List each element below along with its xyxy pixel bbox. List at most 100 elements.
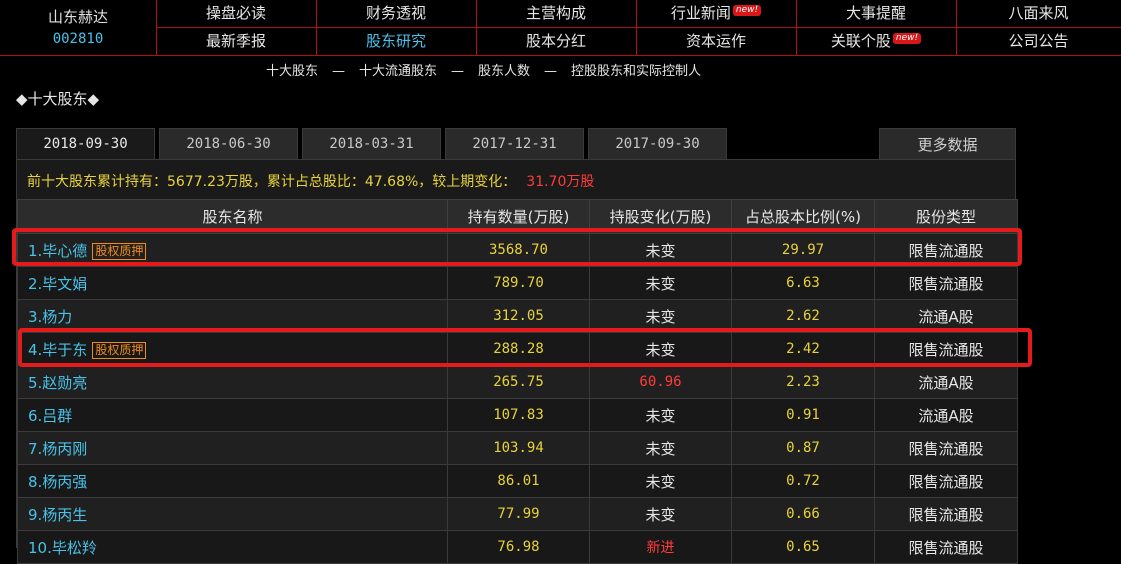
- subnav-separator: —: [332, 64, 346, 79]
- table-row: 10.毕松羚 76.98 新进 0.65 限售流通股: [17, 530, 1018, 564]
- nav-item-label: 大事提醒: [845, 4, 906, 22]
- subnav-link-4[interactable]: 控股股东和实际控制人: [571, 60, 701, 79]
- subnav-separator: —: [451, 64, 465, 79]
- period-tabs: 更多数据 2018-09-30 2018-06-30 2018-03-31 2017-…: [16, 128, 1016, 161]
- shareholder-name-link[interactable]: 1.毕心德: [28, 242, 87, 260]
- table-row: 8.杨丙强 86.01 未变 0.72 限售流通股: [17, 464, 1018, 498]
- tab-period-1[interactable]: 2018-09-30: [16, 128, 155, 161]
- shareholder-name-cell: 2.毕文娟: [17, 266, 448, 300]
- nav-item-2-1[interactable]: 最新季报: [156, 28, 317, 55]
- tab-period-5[interactable]: 2017-09-30: [588, 128, 727, 159]
- stock-name[interactable]: 山东赫达: [0, 6, 156, 27]
- holding-quantity-cell: 103.94: [447, 431, 590, 465]
- nav-item-label: 行业新闻: [670, 4, 731, 22]
- ratio-cell: 29.97: [731, 233, 875, 267]
- nav-item-1-4[interactable]: 行业新闻 new!: [636, 0, 797, 28]
- holding-quantity-cell: 77.99: [447, 497, 590, 531]
- nav-item-2-5[interactable]: 关联个股 new!: [796, 28, 957, 55]
- nav-item-label: 股东研究: [365, 32, 426, 50]
- tab-period-2[interactable]: 2018-06-30: [159, 128, 298, 159]
- share-type-cell: 流通A股: [874, 365, 1018, 399]
- shareholder-name-link[interactable]: 6.吕群: [28, 407, 72, 425]
- share-type-cell: 流通A股: [874, 398, 1018, 432]
- shareholders-table: 股东名称 持有数量(万股) 持股变化(万股) 占总股本比例(%) 股份类型 1.毕心德股…: [17, 199, 1018, 564]
- nav-item-label: 资本运作: [685, 32, 746, 50]
- shareholder-name-cell: 1.毕心德 股权质押: [17, 233, 448, 267]
- shareholder-name-cell: 10.毕松羚: [17, 530, 448, 564]
- pledge-badge[interactable]: 股权质押: [92, 341, 147, 359]
- nav-grid: 操盘必读 财务透视 主营构成 行业新闻 new! 大事提醒 八面来风最新季报 股东研究 股本分红…: [156, 0, 1121, 55]
- shareholder-name-link[interactable]: 9.杨丙生: [28, 506, 87, 524]
- table-row: 6.吕群 107.83 未变 0.91 流通A股: [17, 398, 1018, 432]
- table-header-row: 股东名称 持有数量(万股) 持股变化(万股) 占总股本比例(%) 股份类型: [17, 199, 1018, 234]
- ratio-cell: 2.42: [731, 332, 875, 366]
- nav-item-1-2[interactable]: 财务透视: [316, 0, 477, 28]
- holding-quantity-cell: 789.70: [447, 266, 590, 300]
- ratio-cell: 6.63: [731, 266, 875, 300]
- column-header: 占总股本比例(%): [731, 199, 875, 234]
- shareholder-name-link[interactable]: 4.毕于东: [28, 341, 87, 359]
- nav-item-1-1[interactable]: 操盘必读: [156, 0, 317, 28]
- pledge-badge[interactable]: 股权质押: [92, 242, 147, 260]
- section-title: ◆十大股东◆: [16, 90, 100, 108]
- ratio-cell: 0.72: [731, 464, 875, 498]
- shareholder-name-cell: 5.赵勋亮: [17, 365, 448, 399]
- sub-navigation: 十大股东 — 十大流通股东 — 股东人数 — 控股股东和实际控制人: [266, 60, 701, 79]
- summary-line: 前十大股东累计持有：5677.23万股，累计占总股比：47.68%，较上期变化：…: [27, 171, 594, 191]
- nav-item-label: 主营构成: [525, 4, 586, 22]
- column-header: 持有数量(万股): [447, 199, 590, 234]
- nav-item-2-6[interactable]: 公司公告: [956, 28, 1121, 55]
- shareholder-name-link[interactable]: 5.赵勋亮: [28, 374, 87, 392]
- nav-item-2-4[interactable]: 资本运作: [636, 28, 797, 55]
- summary-text: 前十大股东累计持有：5677.23万股，累计占总股比：47.68%，较上期变化：: [27, 174, 517, 190]
- share-type-cell: 限售流通股: [874, 431, 1018, 465]
- shareholder-name-link[interactable]: 8.杨丙强: [28, 473, 87, 491]
- ratio-cell: 0.65: [731, 530, 875, 564]
- shareholder-name-link[interactable]: 2.毕文娟: [28, 275, 87, 293]
- column-header: 股份类型: [874, 199, 1018, 234]
- shareholder-name-cell: 7.杨丙刚: [17, 431, 448, 465]
- shareholder-name-cell: 8.杨丙强: [17, 464, 448, 498]
- table-body: 1.毕心德 股权质押 3568.70 未变 29.97 限售流通股 2.毕文娟 789.70 未…: [17, 233, 1018, 564]
- nav-item-1-3[interactable]: 主营构成: [476, 0, 637, 28]
- holding-change-cell: 未变: [589, 233, 732, 267]
- holding-quantity-cell: 312.05: [447, 299, 590, 333]
- table-row: 5.赵勋亮 265.75 60.96 2.23 流通A股: [17, 365, 1018, 399]
- tab-period-3[interactable]: 2018-03-31: [302, 128, 441, 159]
- share-type-cell: 限售流通股: [874, 266, 1018, 300]
- holding-quantity-cell: 265.75: [447, 365, 590, 399]
- shareholder-name-cell: 3.杨力: [17, 299, 448, 333]
- nav-item-2-2[interactable]: 股东研究: [316, 28, 477, 55]
- more-data-button[interactable]: 更多数据: [879, 128, 1016, 160]
- holding-change-cell: 未变: [589, 266, 732, 300]
- subnav-link-3[interactable]: 股东人数: [478, 60, 530, 79]
- share-type-cell: 限售流通股: [874, 497, 1018, 531]
- share-type-cell: 限售流通股: [874, 233, 1018, 267]
- nav-item-label: 股本分红: [525, 32, 586, 50]
- nav-item-label: 最新季报: [205, 32, 266, 50]
- share-type-cell: 限售流通股: [874, 332, 1018, 366]
- ratio-cell: 2.62: [731, 299, 875, 333]
- holding-change-cell: 新进: [589, 530, 732, 564]
- holding-change-cell: 60.96: [589, 365, 732, 399]
- holding-change-cell: 未变: [589, 332, 732, 366]
- ratio-cell: 0.66: [731, 497, 875, 531]
- nav-item-2-3[interactable]: 股本分红: [476, 28, 637, 55]
- shareholder-name-cell: 9.杨丙生: [17, 497, 448, 531]
- holding-quantity-cell: 76.98: [447, 530, 590, 564]
- table-row: 3.杨力 312.05 未变 2.62 流通A股: [17, 299, 1018, 333]
- table-row: 7.杨丙刚 103.94 未变 0.87 限售流通股: [17, 431, 1018, 465]
- holding-quantity-cell: 107.83: [447, 398, 590, 432]
- table-row: 9.杨丙生 77.99 未变 0.66 限售流通股: [17, 497, 1018, 531]
- nav-item-label: 公司公告: [1008, 32, 1069, 50]
- nav-item-1-5[interactable]: 大事提醒: [796, 0, 957, 28]
- stock-code: 002810: [52, 31, 104, 47]
- subnav-link-2[interactable]: 十大流通股东: [359, 60, 437, 79]
- tab-period-4[interactable]: 2017-12-31: [445, 128, 584, 159]
- nav-item-1-6[interactable]: 八面来风: [956, 0, 1121, 28]
- subnav-link-1[interactable]: 十大股东: [266, 60, 318, 79]
- shareholder-name-link[interactable]: 3.杨力: [28, 308, 72, 326]
- shareholder-name-cell: 4.毕于东 股权质押: [17, 332, 448, 366]
- summary-change: 31.70万股: [526, 174, 595, 190]
- shareholder-name-link[interactable]: 7.杨丙刚: [28, 440, 87, 458]
